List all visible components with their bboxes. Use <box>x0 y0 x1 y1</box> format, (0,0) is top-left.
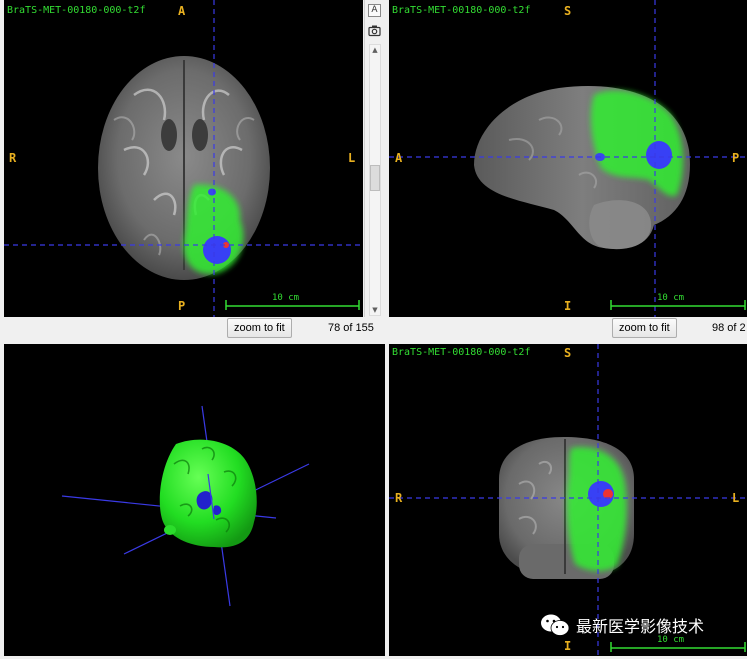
sagittal-slice-image <box>389 0 747 318</box>
orientation-bottom: I <box>564 639 572 653</box>
render-3d-viewport[interactable] <box>4 344 385 656</box>
orientation-right: L <box>348 151 356 165</box>
tumor-core-segmentation <box>646 141 672 169</box>
dataset-name-label: BraTS-MET-00180-000-t2f <box>7 5 146 16</box>
scroll-down-arrow-icon[interactable]: ▼ <box>370 305 380 315</box>
watermark-text: 最新医学影像技术 <box>576 617 705 636</box>
axial-viewport[interactable]: BraTS-MET-00180-000-t2f A R L P 10 cm <box>4 0 363 318</box>
slice-scrollbar[interactable]: ▲ ▼ <box>369 44 381 316</box>
orientation-top: S <box>564 4 572 18</box>
tumor-core-segmentation <box>203 236 231 264</box>
zoom-to-fit-button[interactable]: zoom to fit <box>612 318 677 338</box>
edema-segmentation <box>567 447 627 572</box>
zoom-to-fit-button[interactable]: zoom to fit <box>227 318 292 338</box>
axial-control-bar: zoom to fit 78 of 155 <box>0 317 385 343</box>
slice-counter: 78 of 155 <box>328 322 374 334</box>
orientation-bottom: I <box>564 299 572 313</box>
orientation-left: R <box>9 151 17 165</box>
camera-icon[interactable] <box>368 24 381 37</box>
annotate-icon[interactable]: A <box>368 4 381 17</box>
coronal-viewport[interactable]: BraTS-MET-00180-000-t2f S R L I 10 cm <box>389 344 747 656</box>
orientation-right: P <box>732 151 740 165</box>
orientation-left: R <box>395 491 403 505</box>
slice-toolbar: A ▲ ▼ <box>364 0 383 318</box>
orientation-top: A <box>178 4 186 18</box>
scroll-up-arrow-icon[interactable]: ▲ <box>370 45 380 55</box>
orientation-right: L <box>732 491 740 505</box>
slice-counter: 98 of 2 <box>712 322 746 334</box>
scroll-thumb[interactable] <box>370 165 380 191</box>
orientation-bottom: P <box>178 299 186 313</box>
axial-slice-image <box>4 0 363 318</box>
watermark: 最新医学影像技术 <box>540 613 704 637</box>
sagittal-control-bar: zoom to fit 98 of 2 <box>389 317 747 343</box>
dataset-name-label: BraTS-MET-00180-000-t2f <box>392 347 531 358</box>
orientation-left: A <box>395 151 403 165</box>
scale-bar-label: 10 cm <box>272 293 300 303</box>
dataset-name-label: BraTS-MET-00180-000-t2f <box>392 5 531 16</box>
render-3d-image <box>61 405 310 607</box>
wechat-icon <box>541 614 570 636</box>
orientation-top: S <box>564 346 572 360</box>
coronal-slice-image <box>389 344 747 656</box>
scale-bar-label: 10 cm <box>657 293 685 303</box>
sagittal-viewport[interactable]: BraTS-MET-00180-000-t2f S A P I 10 cm <box>389 0 747 318</box>
